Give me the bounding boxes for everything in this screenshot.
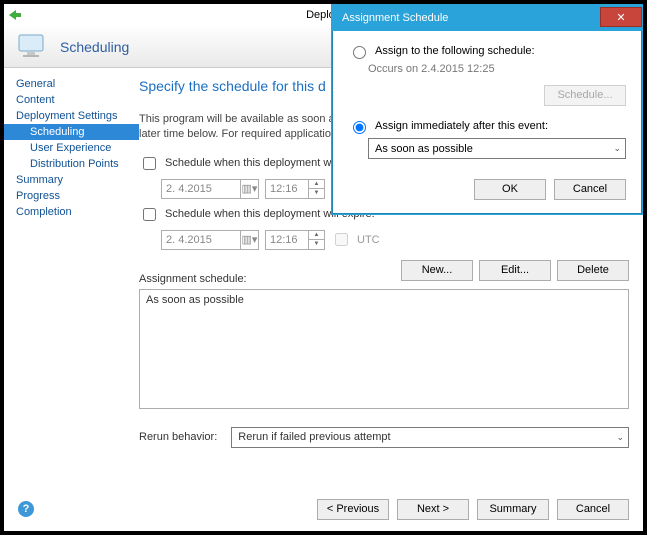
assignment-schedule-dialog: Assignment Schedule ✕ Assign to the foll… [331,4,643,215]
dialog-title: Assignment Schedule [342,12,448,24]
calendar-icon[interactable]: ▥▾ [240,231,258,249]
btn-edit[interactable]: Edit... [479,260,551,281]
nav-general[interactable]: General [4,76,139,92]
expire-date-input[interactable]: 2. 4.2015▥▾ [161,230,259,250]
nav-progress[interactable]: Progress [4,188,139,204]
nav-scheduling[interactable]: Scheduling [4,124,139,140]
btn-schedule: Schedule... [544,85,626,106]
lbl-assign-schedule: Assign to the following schedule: [375,45,535,57]
nav-completion[interactable]: Completion [4,204,139,220]
wizard-footer: ? < Previous Next > Summary Cancel [4,487,643,531]
btn-new[interactable]: New... [401,260,473,281]
lbl-assign-immediately: Assign immediately after this event: [375,120,548,132]
lbl-expire-utc: UTC [357,234,380,246]
nav-deployment-settings[interactable]: Deployment Settings [4,108,139,124]
btn-next[interactable]: Next > [397,499,469,520]
btn-cancel[interactable]: Cancel [557,499,629,520]
nav-distribution-points[interactable]: Distribution Points [4,156,139,172]
available-date-input[interactable]: 2. 4.2015▥▾ [161,179,259,199]
radio-assign-schedule[interactable] [353,46,366,59]
header-title: Scheduling [60,39,129,55]
list-item[interactable]: As soon as possible [146,294,622,306]
dialog-titlebar[interactable]: Assignment Schedule ✕ [332,5,642,31]
chevron-down-icon: ⌄ [613,143,621,154]
lbl-schedule-available: Schedule when this deployment will be [165,157,354,169]
calendar-icon[interactable]: ▥▾ [240,180,258,198]
rerun-behavior-combo[interactable]: Rerun if failed previous attempt ⌄ [231,427,629,448]
chk-expire-utc [335,233,348,246]
monitor-icon [16,32,50,62]
lbl-schedule-occurs: Occurs on 2.4.2015 12:25 [348,63,626,75]
nav-user-experience[interactable]: User Experience [4,140,139,156]
btn-ok[interactable]: OK [474,179,546,200]
btn-dialog-cancel[interactable]: Cancel [554,179,626,200]
nav-summary[interactable]: Summary [4,172,139,188]
expire-time-input[interactable]: 12:16▲▼ [265,230,325,250]
chk-schedule-expire[interactable] [143,208,156,221]
available-time-input[interactable]: 12:16▲▼ [265,179,325,199]
back-arrow-icon[interactable] [4,9,26,21]
assign-event-combo[interactable]: As soon as possible ⌄ [368,138,626,159]
assignment-schedule-list[interactable]: As soon as possible [139,289,629,409]
help-icon[interactable]: ? [18,501,34,517]
close-button[interactable]: ✕ [600,7,642,27]
chevron-down-icon: ⌄ [616,432,624,443]
lbl-rerun-behavior: Rerun behavior: [139,431,217,443]
wizard-nav: General Content Deployment Settings Sche… [4,68,139,487]
radio-assign-immediately[interactable] [353,121,366,134]
nav-content[interactable]: Content [4,92,139,108]
lbl-assignment-schedule: Assignment schedule: [139,273,247,285]
close-icon: ✕ [616,11,625,24]
btn-summary[interactable]: Summary [477,499,549,520]
btn-previous[interactable]: < Previous [317,499,389,520]
btn-delete[interactable]: Delete [557,260,629,281]
chk-schedule-available[interactable] [143,157,156,170]
